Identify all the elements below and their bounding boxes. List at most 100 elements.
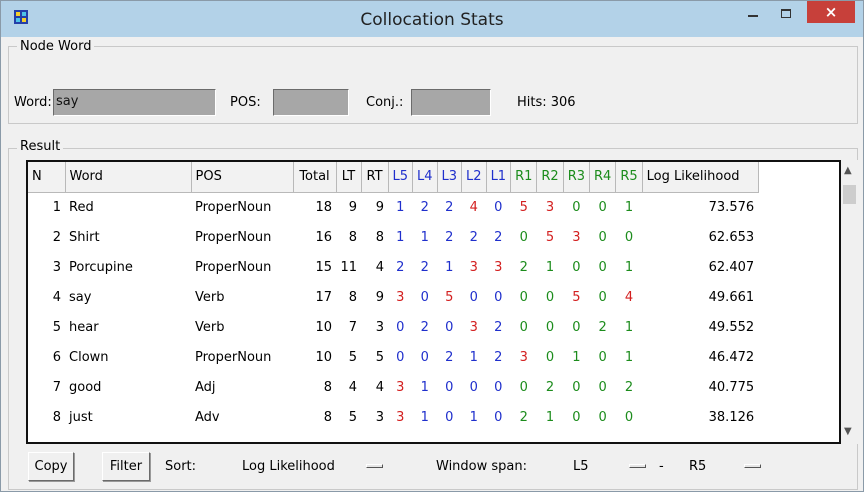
table-row[interactable]: 3 Porcupine ProperNoun 15 11 4 2 2 1 3 3 2 1 0 0 1 62.40…	[28, 252, 758, 282]
word-field[interactable]: say	[53, 89, 216, 116]
pos-field[interactable]	[273, 89, 349, 116]
cell-log-likelihood: 49.661	[708, 289, 755, 305]
scroll-thumb[interactable]	[843, 185, 856, 204]
cell-r5: 1	[624, 319, 634, 335]
cell-lt: 9	[348, 199, 357, 215]
cell-total: 18	[315, 199, 332, 215]
column-header-rt[interactable]: RT	[361, 162, 389, 193]
column-header-r2[interactable]: R2	[536, 162, 564, 193]
cell-r2: 1	[545, 259, 555, 275]
cell-lt: 8	[348, 289, 357, 305]
column-header-r5[interactable]: R5	[615, 162, 643, 193]
cell-l1: 0	[494, 379, 503, 395]
span-from-value: L5	[573, 459, 589, 474]
cell-rt: 8	[375, 229, 384, 245]
column-header-lt[interactable]: LT	[336, 162, 362, 193]
cell-r1: 2	[519, 259, 528, 275]
table-row[interactable]: 2 Shirt ProperNoun 16 8 8 1 1 2 2 2 0 5 3 0 0 62.653	[28, 222, 758, 252]
copy-button[interactable]: Copy	[28, 452, 74, 481]
cell-total: 10	[315, 319, 332, 335]
title-bar[interactable]: Collocation Stats ×	[1, 1, 863, 37]
table-row[interactable]: 8 just Adv 8 5 3 3 1 0 1 0 2 1 0 0 0 38.126	[28, 402, 758, 432]
cell-l2: 3	[469, 259, 478, 275]
table-row[interactable]: 4 say Verb 17 8 9 3 0 5 0 0 0 0 5 0 4 49.661	[28, 282, 758, 312]
collocation-table: N Word POS Total LT RT L5 L4 L3 L2 L1 R1 R2 R3 R4 R5 Log…	[28, 162, 759, 432]
result-grid[interactable]: N Word POS Total LT RT L5 L4 L3 L2 L1 R1 R2 R3 R4 R5 Log…	[26, 160, 841, 444]
column-header-l2[interactable]: L2	[461, 162, 487, 193]
cell-r1: 2	[519, 409, 528, 425]
cell-l3: 5	[445, 289, 454, 305]
cell-word: just	[69, 409, 93, 425]
cell-pos: ProperNoun	[195, 199, 272, 215]
cell-r1: 5	[519, 199, 528, 215]
cell-l5: 1	[396, 229, 405, 245]
cell-r1: 0	[519, 379, 528, 395]
cell-pos: ProperNoun	[195, 229, 272, 245]
cell-l4: 0	[420, 349, 429, 365]
maximize-icon	[781, 8, 791, 18]
minimize-button[interactable]	[738, 1, 768, 25]
column-header-n[interactable]: N	[28, 162, 66, 193]
cell-l4: 1	[420, 229, 429, 245]
column-header-r4[interactable]: R4	[589, 162, 617, 193]
dropdown-indicator-icon	[629, 464, 646, 468]
cell-pos: Verb	[195, 289, 225, 305]
cell-l5: 2	[396, 259, 405, 275]
cell-pos: ProperNoun	[195, 259, 272, 275]
result-legend: Result	[17, 139, 64, 154]
cell-l3: 2	[445, 199, 454, 215]
cell-total: 15	[315, 259, 332, 275]
span-to-dropdown[interactable]: R5	[669, 452, 769, 481]
column-header-l5[interactable]: L5	[388, 162, 414, 193]
column-header-total[interactable]: Total	[293, 162, 337, 193]
sort-dropdown-value: Log Likelihood	[242, 459, 335, 474]
cell-rt: 3	[375, 409, 384, 425]
cell-r2: 3	[545, 199, 555, 215]
cell-l5: 3	[396, 379, 405, 395]
column-header-word[interactable]: Word	[65, 162, 192, 193]
table-row[interactable]: 1 Red ProperNoun 18 9 9 1 2 2 4 0 5 3 0 0 1 73.576	[28, 192, 758, 222]
cell-l3: 0	[445, 409, 454, 425]
conj-label: Conj.:	[366, 95, 404, 110]
cell-r4: 0	[598, 379, 607, 395]
column-header-l4[interactable]: L4	[412, 162, 438, 193]
cell-n: 5	[52, 319, 61, 335]
vertical-scrollbar[interactable]: ▲ ▼	[841, 160, 858, 444]
maximize-button[interactable]	[771, 1, 801, 25]
conj-field[interactable]	[411, 89, 491, 116]
table-row[interactable]: 7 good Adj 8 4 4 3 1 0 0 0 0 2 0 0 2 40.775	[28, 372, 758, 402]
table-header-row: N Word POS Total LT RT L5 L4 L3 L2 L1 R1 R2 R3 R4 R5 Log…	[28, 162, 759, 193]
column-header-pos[interactable]: POS	[191, 162, 294, 193]
cell-r4: 0	[598, 229, 607, 245]
cell-l4: 2	[420, 199, 429, 215]
cell-word: Red	[69, 199, 94, 215]
cell-l1: 2	[494, 229, 503, 245]
column-header-r3[interactable]: R3	[563, 162, 591, 193]
table-row[interactable]: 5 hear Verb 10 7 3 0 2 0 3 2 0 0 0 2 1 49.552	[28, 312, 758, 342]
column-header-r1[interactable]: R1	[510, 162, 538, 193]
cell-log-likelihood: 46.472	[708, 349, 755, 365]
column-header-l1[interactable]: L1	[486, 162, 512, 193]
scroll-up-icon[interactable]: ▲	[844, 165, 852, 176]
cell-total: 16	[315, 229, 332, 245]
span-from-dropdown[interactable]: L5	[553, 452, 653, 481]
column-header-l3[interactable]: L3	[437, 162, 463, 193]
close-button[interactable]: ×	[807, 1, 855, 23]
cell-pos: Adv	[195, 409, 220, 425]
column-header-log-likelihood[interactable]: Log Likelihood	[642, 162, 759, 193]
cell-l2: 4	[469, 199, 478, 215]
cell-r3: 0	[572, 409, 581, 425]
cell-n: 3	[52, 259, 61, 275]
cell-r4: 2	[598, 319, 607, 335]
window-span-label: Window span:	[436, 459, 527, 474]
cell-n: 2	[52, 229, 61, 245]
hits-count: Hits: 306	[517, 95, 576, 110]
cell-l3: 0	[445, 379, 454, 395]
cell-l2: 0	[469, 379, 478, 395]
sort-dropdown[interactable]: Log Likelihood	[209, 452, 424, 481]
table-row[interactable]: 6 Clown ProperNoun 10 5 5 0 0 2 1 2 3 0 1 0 1 46.472	[28, 342, 758, 372]
cell-r4: 0	[598, 289, 607, 305]
cell-r3: 5	[572, 289, 581, 305]
filter-button[interactable]: Filter	[102, 452, 150, 481]
scroll-down-icon[interactable]: ▼	[844, 426, 852, 437]
